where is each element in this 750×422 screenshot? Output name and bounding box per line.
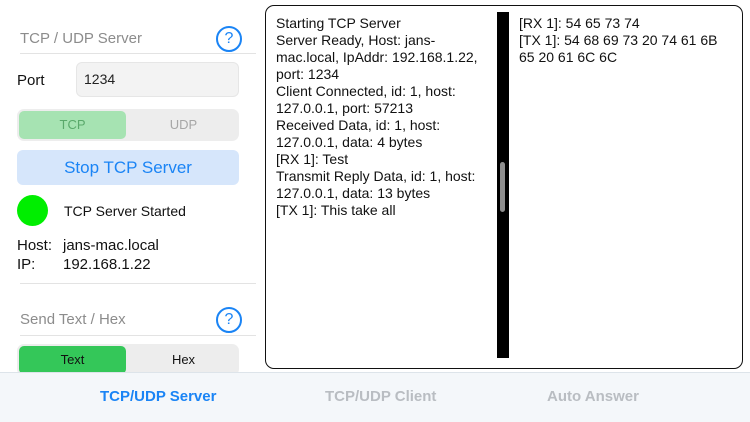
log-line: Starting TCP Server [276,15,401,31]
log-line: Transmit Reply Data, id: 1, host: 127.0.… [276,168,480,201]
log-line: Server Ready, Host: jans-mac.local, IpAd… [276,32,482,82]
udp-segment[interactable]: UDP [130,111,237,139]
log-line: [RX 1]: 54 65 73 74 [519,15,640,31]
server-section-header: TCP / UDP Server ? [20,20,256,60]
send-section-title: Send Text / Hex [20,311,126,328]
tcp-segment[interactable]: TCP [19,111,126,139]
log-line: Received Data, id: 1, host: 127.0.0.1, d… [276,117,445,150]
help-icon[interactable]: ? [216,307,242,333]
divider [20,283,256,284]
hex-log[interactable]: [RX 1]: 54 65 73 74 [TX 1]: 54 68 69 73 … [519,15,735,66]
divider [20,335,256,336]
text-segment[interactable]: Text [19,346,126,372]
log-line: [TX 1]: This take all [276,202,396,218]
host-value: jans-mac.local [63,237,159,254]
settings-panel: TCP / UDP Server ? Port 1234 TCP UDP Sto… [0,0,256,372]
format-segmented-control: Text Hex [17,344,239,372]
log-line: [RX 1]: Test [276,151,349,167]
status-text: TCP Server Started [64,203,186,219]
hex-segment[interactable]: Hex [130,346,237,372]
stop-server-button[interactable]: Stop TCP Server [17,150,239,185]
tab-tcp-udp-server[interactable]: TCP/UDP Server [100,388,216,405]
ip-label: IP: [17,256,36,273]
log-line: Client Connected, id: 1, host: 127.0.0.1… [276,83,460,116]
protocol-segmented-control: TCP UDP [17,109,239,141]
tab-auto-answer[interactable]: Auto Answer [547,388,639,405]
log-panel: Starting TCP Server Server Ready, Host: … [265,5,743,369]
help-icon[interactable]: ? [216,26,242,52]
tab-tcp-udp-client[interactable]: TCP/UDP Client [325,388,436,405]
log-line: [TX 1]: 54 68 69 73 20 74 61 6B 65 20 61… [519,32,722,65]
host-label: Host: [17,237,53,254]
port-input[interactable]: 1234 [76,62,239,97]
text-log[interactable]: Starting TCP Server Server Ready, Host: … [276,15,492,219]
scroll-thumb[interactable] [500,162,505,212]
divider [20,53,256,54]
port-label: Port [17,72,45,89]
server-section-title: TCP / UDP Server [20,30,142,47]
status-indicator [17,195,48,226]
ip-value: 192.168.1.22 [63,256,151,273]
tab-bar: TCP/UDP Server TCP/UDP Client Auto Answe… [0,372,750,422]
